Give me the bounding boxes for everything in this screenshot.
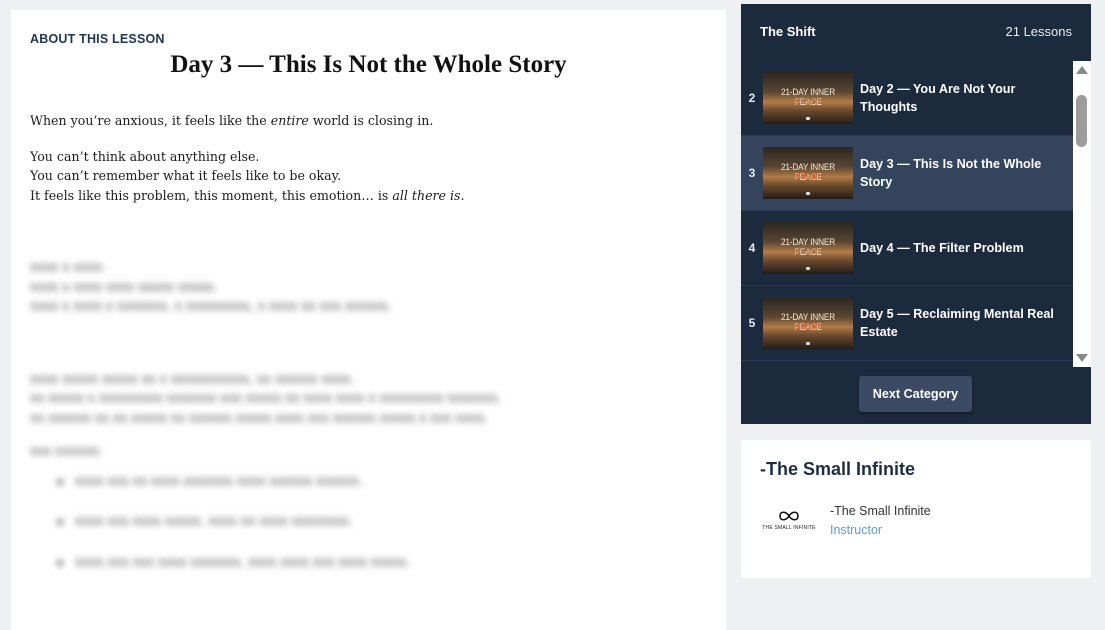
playlist-item-day-5[interactable]: 5 21-DAY INNER PEACE RESET Day 5 — Recla… <box>741 286 1073 361</box>
playlist-scrollbar[interactable] <box>1073 61 1091 367</box>
logo-text: THE SMALL INFINITE <box>762 525 816 531</box>
lesson-paragraph-1: When you’re anxious, it feels like the e… <box>30 113 434 128</box>
playlist-item-day-2[interactable]: 2 21-DAY INNER PEACE RESET Day 2 — You A… <box>741 61 1073 136</box>
lesson-thumbnail: 21-DAY INNER PEACE RESET <box>763 297 853 349</box>
instructor-logo: THE SMALL INFINITE <box>760 501 818 539</box>
lesson-thumbnail: 21-DAY INNER PEACE RESET <box>763 72 853 124</box>
instructor-row: THE SMALL INFINITE -The Small Infinite I… <box>760 501 1072 539</box>
item-number: 3 <box>748 166 756 180</box>
item-label: Day 4 — The Filter Problem <box>860 241 1024 255</box>
instructor-name: -The Small Infinite <box>830 503 931 518</box>
lesson-paragraph-2: You can’t think about anything else. You… <box>30 148 465 203</box>
playlist-header: The Shift 21 Lessons <box>741 4 1091 59</box>
scroll-down-arrow-icon[interactable] <box>1076 354 1088 362</box>
infinity-icon <box>779 511 799 521</box>
instructor-card-title: -The Small Infinite <box>760 459 916 479</box>
item-label: Day 5 — Reclaiming Mental Real Estate <box>860 307 1054 339</box>
item-number: 4 <box>748 241 756 255</box>
playlist-item-day-4[interactable]: 4 21-DAY INNER PEACE RESET Day 4 — The F… <box>741 211 1073 286</box>
instructor-role-link[interactable]: Instructor <box>830 523 931 537</box>
item-label: Day 3 — This Is Not the Whole Story <box>860 157 1042 189</box>
instructor-info: -The Small Infinite Instructor <box>830 504 931 537</box>
lesson-thumbnail: 21-DAY INNER PEACE RESET <box>763 147 853 199</box>
lesson-playlist: The Shift 21 Lessons 2 21-DAY INNER PEAC… <box>741 4 1091 424</box>
scrollbar-thumb[interactable] <box>1076 95 1087 147</box>
item-number: 5 <box>748 316 756 330</box>
blurred-content-1: xxxx x xxxx. xxxx x xxxx xxxx xxxxx xxxx… <box>30 259 392 313</box>
lesson-title: Day 3 — This Is Not the Whole Story <box>170 51 567 78</box>
playlist-title: The Shift <box>760 24 816 39</box>
section-label: ABOUT THIS LESSON <box>30 32 165 46</box>
item-label: Day 2 — You Are Not Your Thoughts <box>860 82 1016 114</box>
playlist-item-day-3[interactable]: 3 21-DAY INNER PEACE RESET Day 3 — This … <box>741 136 1073 211</box>
scroll-up-arrow-icon[interactable] <box>1076 66 1088 74</box>
next-category-button[interactable]: Next Category <box>859 376 972 412</box>
playlist-list: 2 21-DAY INNER PEACE RESET Day 2 — You A… <box>741 61 1073 367</box>
lesson-card: ABOUT THIS LESSON Day 3 — This Is Not th… <box>11 10 726 630</box>
instructor-card: -The Small Infinite THE SMALL INFINITE -… <box>741 440 1091 578</box>
lesson-count: 21 Lessons <box>1005 24 1073 39</box>
lesson-thumbnail: 21-DAY INNER PEACE RESET <box>763 222 853 274</box>
item-number: 2 <box>748 91 756 105</box>
blurred-content-2: xxxx xxxxx xxxxx xx x xxxxxxxxxxx, xx xx… <box>30 369 707 572</box>
